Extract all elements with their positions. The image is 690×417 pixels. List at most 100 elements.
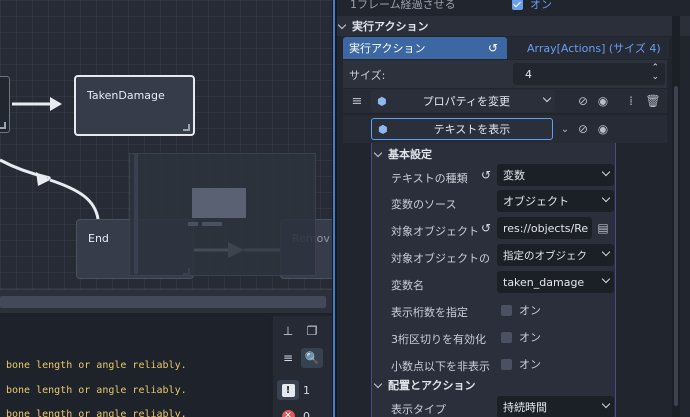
target-object-mode-select[interactable]: 指定のオブジェク (497, 244, 614, 266)
error-filter-icon[interactable]: ! (277, 380, 299, 400)
delete-icon[interactable]: 🗑 (645, 93, 661, 109)
scrollbar-grabber[interactable] (0, 296, 326, 308)
section-header-actions[interactable]: 実行アクション (337, 16, 690, 36)
revert-icon[interactable]: ↺ (481, 168, 491, 182)
prop-row-wait-frame: 1フレーム経過させる (350, 0, 456, 14)
wait-frame-toggle[interactable]: オン (512, 0, 552, 14)
property-list: テキストの種類 ↺ 変数 変数のソース オブジェクト 対象オブジェクト ↺ re… (371, 163, 616, 417)
variable-source-select[interactable]: オブジェクト (497, 190, 614, 212)
prop-label: 対象オブジェクトの (391, 252, 490, 265)
copy-icon[interactable]: ❐ (301, 321, 323, 341)
prop-value: 指定のオブジェク (503, 249, 587, 262)
error-count: 1 (303, 383, 310, 397)
spin-arrows-icon[interactable]: ⌃ ⌄ (651, 64, 659, 82)
prop-value: 変数 (503, 169, 525, 182)
clear-log-icon[interactable]: ⊥ (277, 321, 299, 341)
tab-actions[interactable]: 実行アクション ↺ (343, 37, 507, 59)
prop-label: 1フレーム経過させる (350, 0, 456, 11)
display-type-select[interactable]: 持続時間 (497, 396, 614, 417)
prop-label: テキストの種類 (391, 172, 468, 185)
resource-name: プロパティを変更 (422, 95, 510, 108)
tab-label: 実行アクション (349, 42, 426, 55)
text-type-select[interactable]: 変数 (497, 164, 614, 186)
log-toolbar: ⊥ ❐ ≡ 🔍 ! 1 ✕ 0 (273, 316, 332, 417)
checkbox-unchecked-icon[interactable] (501, 331, 512, 343)
item-1-resource[interactable]: ⬢ プロパティを変更 (371, 90, 555, 112)
horizontal-scrollbar[interactable] (0, 289, 332, 313)
prop-label: 対象オブジェクト (391, 225, 479, 238)
chevron-down-icon (373, 379, 383, 388)
group-title: 配置とアクション (388, 379, 476, 392)
size-value: 4 (525, 67, 532, 81)
prop-value: 持続時間 (503, 401, 547, 414)
prop-value: オン (519, 331, 541, 344)
prop-label: 変数名 (391, 279, 424, 292)
output-log[interactable]: bone length or angle reliably. bone leng… (0, 316, 270, 417)
filter-icon[interactable]: ≡ (277, 348, 299, 368)
resize-corner-icon[interactable] (183, 124, 190, 131)
graph-node-taken-damage[interactable]: TakenDamage (74, 75, 195, 136)
variable-name-select[interactable]: taken_damage (497, 271, 614, 293)
chevron-down-icon[interactable]: ⌄ (557, 121, 573, 137)
checkbox-checked-icon[interactable] (512, 0, 523, 10)
graph-minimap[interactable] (129, 153, 316, 276)
visibility-icon[interactable]: ◉ (595, 121, 611, 137)
resource-icon: ⬢ (377, 94, 387, 108)
prop-label: 変数のソース (391, 198, 457, 211)
array-item-2: ⬢ テキストを表示 ⌄ ⊘ ◉ (343, 115, 667, 143)
clear-icon[interactable]: ⊘ (575, 93, 591, 109)
prop-value: オン (519, 358, 541, 371)
log-line: bone length or angle reliably. (6, 385, 187, 396)
scrollbar-grabber[interactable] (674, 86, 678, 406)
log-line: bone length or angle reliably. (6, 409, 187, 417)
graph-node-offscreen[interactable] (0, 76, 10, 133)
resize-corner-icon[interactable] (0, 122, 6, 129)
file-icon[interactable]: ▤ (595, 220, 611, 236)
prop-value: オン (519, 304, 541, 317)
hide-decimals-toggle[interactable]: オン (501, 354, 541, 374)
prop-value: オン (530, 0, 552, 11)
size-spinbox[interactable]: 4 ⌃ ⌄ (513, 63, 665, 85)
chevron-down-icon (373, 148, 383, 157)
target-object-path[interactable]: res://objects/Re (497, 217, 592, 239)
node-title: TakenDamage (87, 89, 165, 102)
prop-label: 表示タイプ (391, 403, 446, 416)
group-layout-actions[interactable]: 配置とアクション (373, 376, 476, 394)
visibility-icon[interactable]: ◉ (595, 93, 611, 109)
prop-label: 表示桁数を指定 (391, 306, 468, 319)
checkbox-unchecked-icon[interactable] (501, 358, 512, 370)
tab-label: Array[Actions] (サイズ 4) (527, 42, 661, 55)
chevron-down-icon (337, 20, 347, 29)
inspector-scrollbar[interactable] (672, 16, 680, 417)
section-title: 実行アクション (352, 20, 429, 33)
resource-icon: ⬢ (378, 122, 388, 136)
prop-value: オブジェクト (503, 195, 569, 208)
warning-count: 0 (303, 409, 310, 417)
thousands-separator-toggle[interactable]: オン (501, 327, 541, 347)
item-2-resource[interactable]: ⬢ テキストを表示 (371, 118, 553, 140)
resource-name: テキストを表示 (433, 123, 511, 136)
revert-icon[interactable]: ↺ (481, 221, 491, 235)
prop-label: 小数点以下を非表示 (391, 360, 490, 373)
revert-icon[interactable]: ↺ (488, 41, 498, 55)
drag-handle-icon[interactable]: ≡ (349, 93, 365, 109)
node-title: End (88, 232, 109, 245)
group-basic-settings[interactable]: 基本設定 (373, 145, 432, 163)
checkbox-unchecked-icon[interactable] (501, 304, 512, 316)
log-line: bone length or angle reliably. (6, 360, 187, 371)
chevron-down-icon[interactable] (542, 93, 552, 103)
tab-array[interactable]: Array[Actions] (サイズ 4) (507, 37, 669, 59)
warning-filter-icon[interactable]: ✕ (277, 406, 299, 417)
graph-editor[interactable]: TakenDamage End Remov (0, 0, 332, 289)
size-label: サイズ: (349, 69, 386, 82)
clear-icon[interactable]: ⊘ (575, 121, 591, 137)
minimap-viewport[interactable] (192, 188, 246, 218)
digit-count-toggle[interactable]: オン (501, 300, 541, 320)
search-icon[interactable]: 🔍 (301, 348, 323, 368)
prop-value: taken_damage (503, 275, 585, 289)
edit-icon[interactable]: ⁞ (623, 93, 639, 109)
prop-label: 3桁区切りを有効化 (391, 333, 486, 346)
group-title: 基本設定 (388, 148, 432, 161)
array-size-row: サイズ: 4 ⌃ ⌄ (343, 60, 667, 88)
arrow-head-icon (50, 97, 62, 111)
